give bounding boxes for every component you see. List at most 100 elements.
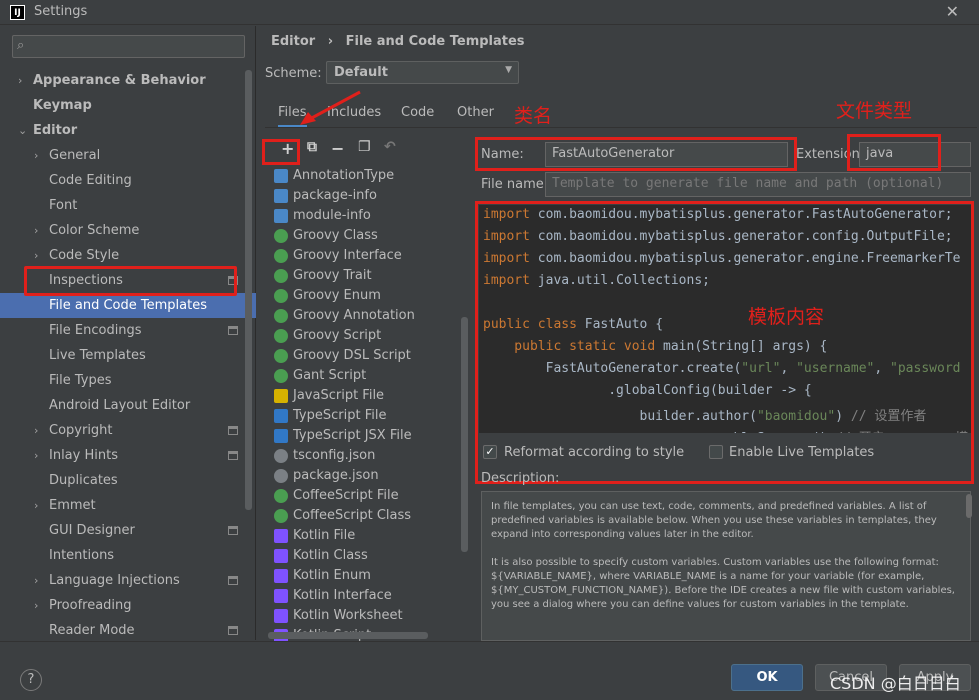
template-list-label: AnnotationType — [293, 168, 395, 183]
copy-template-button[interactable]: ⧉ — [307, 139, 317, 155]
template-list-item[interactable]: Kotlin Interface — [266, 586, 466, 606]
template-list-item[interactable]: module-info — [266, 206, 466, 226]
chevron-right-icon[interactable]: › — [34, 593, 38, 618]
duplicate-template-button[interactable]: ❐ — [358, 139, 371, 155]
sidebar-item[interactable]: Duplicates — [0, 468, 256, 493]
groovy-icon — [274, 329, 288, 343]
template-list-scrollbar[interactable] — [461, 317, 468, 552]
template-list-hscrollbar[interactable] — [268, 632, 428, 639]
template-list-item[interactable]: package.json — [266, 466, 466, 486]
tab-code[interactable]: Code — [401, 102, 434, 128]
kotlin-icon — [274, 549, 288, 563]
sidebar-item[interactable]: › Copyright — [0, 418, 256, 443]
tab-divider — [265, 127, 977, 128]
project-scope-icon — [228, 326, 238, 335]
sidebar-item-label: Code Editing — [49, 173, 132, 188]
template-list-label: package-info — [293, 188, 377, 203]
sidebar-item[interactable]: File and Code Templates — [0, 293, 256, 318]
template-list-item[interactable]: Groovy DSL Script — [266, 346, 466, 366]
template-list-item[interactable]: Kotlin File — [266, 526, 466, 546]
remove-template-button[interactable]: − — [331, 139, 344, 158]
sidebar-item[interactable]: File Encodings — [0, 318, 256, 343]
chevron-right-icon[interactable]: › — [34, 493, 38, 518]
help-icon[interactable]: ? — [20, 669, 42, 691]
sidebar-item[interactable]: Android Layout Editor — [0, 393, 256, 418]
tab-other[interactable]: Other — [457, 102, 494, 128]
sidebar-item-label: Code Style — [49, 248, 120, 263]
filename-field[interactable]: Template to generate file name and path … — [545, 172, 971, 197]
template-list-item[interactable]: TypeScript JSX File — [266, 426, 466, 446]
template-list-item[interactable]: CoffeeScript File — [266, 486, 466, 506]
config-file-icon — [274, 469, 288, 483]
scheme-label: Scheme: — [265, 66, 322, 81]
sidebar-item-label: General — [49, 148, 101, 163]
sidebar-item[interactable]: File Types — [0, 368, 256, 393]
sidebar-item[interactable]: ⌄ Editor — [0, 118, 256, 143]
template-list-item[interactable]: Groovy Trait — [266, 266, 466, 286]
sidebar-scrollbar[interactable] — [245, 70, 252, 510]
template-list-label: Groovy Script — [293, 328, 382, 343]
sidebar-item-label: Inlay Hints — [49, 448, 118, 463]
java-file-icon — [274, 209, 288, 223]
description-paragraph-2: It is also possible to specify custom va… — [491, 557, 955, 610]
chevron-right-icon[interactable]: › — [18, 68, 22, 93]
sidebar-item[interactable]: Font — [0, 193, 256, 218]
template-list-label: Kotlin Worksheet — [293, 608, 403, 623]
sidebar-item-label: Duplicates — [49, 473, 118, 488]
sidebar-item[interactable]: › Language Injections — [0, 568, 256, 593]
kotlin-icon — [274, 569, 288, 583]
breadcrumb: Editor › File and Code Templates — [271, 34, 533, 49]
sidebar-item-label: Appearance & Behavior — [33, 73, 206, 88]
template-list-item[interactable]: Kotlin Worksheet — [266, 606, 466, 626]
template-list-item[interactable]: JavaScript File — [266, 386, 466, 406]
chevron-right-icon[interactable]: › — [34, 568, 38, 593]
sidebar-item[interactable]: › Proofreading — [0, 593, 256, 618]
chevron-right-icon[interactable]: › — [34, 218, 38, 243]
template-list-label: Kotlin File — [293, 528, 356, 543]
template-list-item[interactable]: CoffeeScript Class — [266, 506, 466, 526]
chevron-right-icon[interactable]: › — [34, 443, 38, 468]
sidebar-item[interactable]: Intentions — [0, 543, 256, 568]
reset-template-button[interactable]: ↶ — [384, 139, 396, 155]
sidebar-item[interactable]: Live Templates — [0, 343, 256, 368]
sidebar-item[interactable]: › Color Scheme — [0, 218, 256, 243]
template-list-item[interactable]: tsconfig.json — [266, 446, 466, 466]
scheme-value: Default — [334, 65, 388, 80]
chevron-right-icon[interactable]: › — [34, 243, 38, 268]
template-list-item[interactable]: Kotlin Enum — [266, 566, 466, 586]
chevron-down-icon[interactable]: ⌄ — [18, 118, 27, 143]
watermark: CSDN @白日日白 — [830, 674, 961, 693]
template-list-item[interactable]: package-info — [266, 186, 466, 206]
template-list-item[interactable]: Groovy Annotation — [266, 306, 466, 326]
sidebar-item[interactable]: Reader Mode — [0, 618, 256, 643]
template-list-item[interactable]: Gant Script — [266, 366, 466, 386]
template-list-item[interactable]: Groovy Script — [266, 326, 466, 346]
chevron-right-icon[interactable]: › — [34, 143, 38, 168]
ok-button[interactable]: OK — [731, 664, 803, 691]
sidebar-item-label: Reader Mode — [49, 623, 135, 638]
template-list-item[interactable]: Groovy Class — [266, 226, 466, 246]
breadcrumb-parent[interactable]: Editor — [271, 34, 315, 49]
template-list-item[interactable]: Kotlin Class — [266, 546, 466, 566]
sidebar-item-label: File Encodings — [49, 323, 142, 338]
sidebar-item[interactable]: Keymap — [0, 93, 256, 118]
template-list-item[interactable]: AnnotationType — [266, 166, 466, 186]
template-list-item[interactable]: TypeScript File — [266, 406, 466, 426]
description-scrollbar[interactable] — [966, 494, 972, 518]
sidebar-item[interactable]: › General — [0, 143, 256, 168]
sidebar-item[interactable]: › Inlay Hints — [0, 443, 256, 468]
scheme-select[interactable]: Default ▼ — [326, 61, 519, 84]
template-list-label: Groovy Class — [293, 228, 378, 243]
chevron-right-icon[interactable]: › — [34, 418, 38, 443]
annotation-box-editor — [475, 201, 974, 484]
sidebar-item[interactable]: › Emmet — [0, 493, 256, 518]
sidebar-item[interactable]: GUI Designer — [0, 518, 256, 543]
sidebar-item[interactable]: › Code Style — [0, 243, 256, 268]
close-icon[interactable]: ✕ — [946, 2, 959, 21]
sidebar-item[interactable]: Code Editing — [0, 168, 256, 193]
template-list-item[interactable]: Groovy Interface — [266, 246, 466, 266]
title-bar: IJ Settings ✕ — [0, 0, 979, 25]
settings-search-input[interactable]: ⌕ — [12, 35, 245, 58]
template-list-item[interactable]: Groovy Enum — [266, 286, 466, 306]
sidebar-item[interactable]: › Appearance & Behavior — [0, 68, 256, 93]
